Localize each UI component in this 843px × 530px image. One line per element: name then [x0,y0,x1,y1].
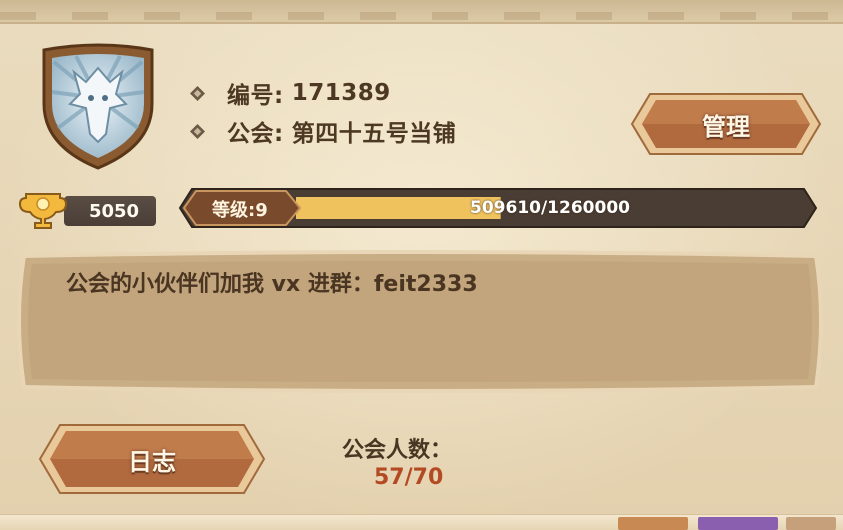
member-count-value: 57/70 [374,465,444,490]
log-button-label: 日志 [128,447,176,476]
guild-notice-text: 公会的小伙伴们加我 vx 进群：feit2333 [66,272,478,297]
trophy-count-value: 5050 [88,200,140,222]
diamond-bullet-icon [190,123,205,139]
bottom-item-deco [786,517,836,530]
top-border-trim [0,0,843,24]
member-count-label: 公会人数： [342,438,453,463]
log-button[interactable]: 日志 [38,423,266,495]
diamond-bullet-icon [190,85,205,101]
bottom-item-deco [618,517,688,530]
guild-level-label: 等级:9 [212,200,268,221]
guild-id-row: 编号: 171389 [190,76,391,110]
trophy-count: 5050 [64,196,156,226]
trophy-icon [18,193,68,229]
manage-button-label: 管理 [702,112,750,141]
exp-progress-text: 509610/1260000 [470,198,630,218]
guild-id-value: 171389 [291,80,391,106]
guild-name-label: 公会: [227,121,284,147]
bottom-strip [0,514,843,530]
guild-name-value: 第四十五号当铺 [291,121,457,147]
guild-id-label: 编号: [227,83,284,109]
guild-name-row: 公会: 第四十五号当铺 [190,114,456,148]
manage-button[interactable]: 管理 [630,92,822,156]
bottom-item-deco [698,517,778,530]
guild-emblem-icon [42,43,154,170]
